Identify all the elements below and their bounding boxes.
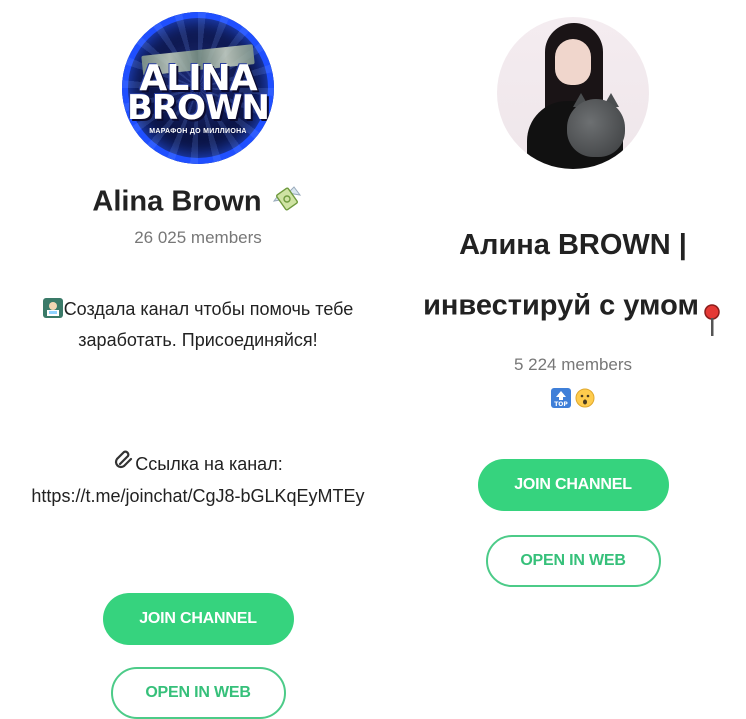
cat-image	[567, 99, 625, 157]
computer-guy-icon	[43, 297, 63, 317]
channel-avatar	[497, 17, 649, 169]
channel-card-alina-brown: ALINA BROWN МАРАФОН ДО МИЛЛИОНА Alina Br…	[0, 0, 396, 719]
svg-text:TOP: TOP	[554, 401, 568, 408]
open-in-web-button[interactable]: OPEN IN WEB	[111, 667, 286, 719]
members-count: 26 025 members	[134, 227, 262, 249]
join-channel-button[interactable]: JOIN CHANNEL	[103, 593, 294, 645]
top-arrow-icon: TOP	[551, 388, 571, 414]
members-count: 5 224 members	[514, 354, 632, 376]
description-text-2: Ссылка на канал: https://t.me/joinchat/C…	[31, 454, 364, 506]
channel-description: Создала канал чтобы помочь тебе заработа…	[31, 263, 364, 543]
channel-title-text: Alina Brown	[92, 186, 261, 218]
description-line-1: Создала канал чтобы помочь тебе заработа…	[31, 294, 364, 356]
join-channel-button[interactable]: JOIN CHANNEL	[478, 459, 669, 511]
pushpin-icon	[701, 264, 723, 350]
avatar-logo-text-line2: BROWN	[122, 88, 274, 128]
channel-avatar: ALINA BROWN МАРАФОН ДО МИЛЛИОНА	[122, 12, 274, 164]
description-spacer	[31, 387, 364, 418]
channel-title: Alina Brown	[92, 181, 303, 225]
hushed-face-icon	[575, 388, 595, 414]
channel-card-alina-brown-invest: Алина BROWN | инвестируй с умом 5 224 me…	[400, 0, 746, 587]
paperclip-icon	[113, 449, 135, 481]
money-wings-icon	[270, 181, 304, 225]
open-in-web-button[interactable]: OPEN IN WEB	[486, 535, 661, 587]
channel-title-text: Алина BROWN | инвестируй с умом	[423, 229, 699, 322]
description-text-1: Создала канал чтобы помочь тебе заработа…	[64, 299, 354, 350]
description-line-2: Ссылка на канал: https://t.me/joinchat/C…	[31, 449, 364, 512]
avatar-logo-subtitle: МАРАФОН ДО МИЛЛИОНА	[122, 128, 274, 135]
channel-title: Алина BROWN | инвестируй с умом	[403, 188, 743, 350]
channel-emojis: TOP	[551, 388, 596, 414]
